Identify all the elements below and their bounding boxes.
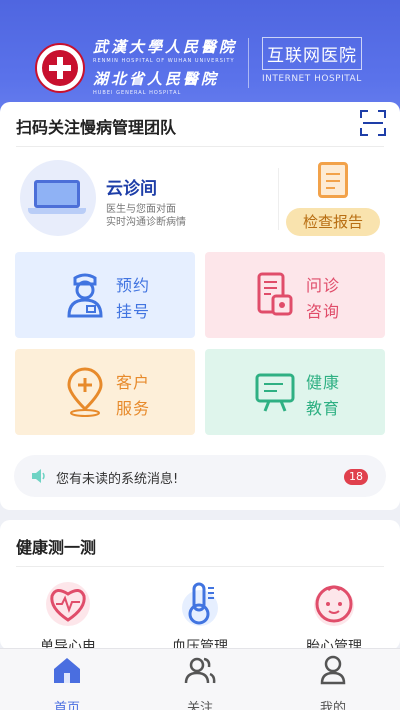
tab-mine[interactable]: 我的 (293, 655, 373, 710)
scan-qr-icon[interactable] (360, 110, 386, 136)
tab-home[interactable]: 首页 (27, 655, 107, 710)
tile-consult-label-2: 咨询 (306, 302, 341, 321)
hospital-name-en-2: HUBEI GENERAL HOSPITAL (93, 90, 182, 96)
health-item-fetal[interactable]: 胎心管理 (282, 580, 382, 650)
tile-appointment-label-1: 预约 (116, 276, 151, 295)
tile-health-education[interactable]: 健康 教育 (205, 349, 385, 435)
internet-hospital-badge: 互联网医院 (262, 37, 362, 70)
hospital-logo: 武漢大學人民醫院 RENMIN HOSPITAL OF WUHAN UNIVER… (35, 36, 237, 100)
hospital-name-cn-1: 武漢大學人民醫院 (93, 38, 238, 56)
tab-follow[interactable]: 关注 (160, 655, 240, 710)
tile-customer-service-label-1: 客户 (116, 373, 151, 392)
unread-count-badge: 18 (344, 469, 368, 485)
cloud-clinic-laptop-icon[interactable] (20, 160, 96, 236)
cloud-clinic-title[interactable]: 云诊间 (106, 174, 157, 199)
tile-consult-label-1: 问诊 (306, 276, 341, 295)
tab-home-label: 首页 (53, 701, 80, 710)
tab-mine-label: 我的 (319, 701, 346, 710)
users-icon (184, 657, 216, 684)
hospital-name-en-1: RENMIN HOSPITAL OF WUHAN UNIVERSITY (93, 58, 235, 64)
speaker-icon (32, 469, 45, 483)
tile-consult[interactable]: 问诊 咨询 (205, 252, 385, 338)
clipboard-icon[interactable] (318, 162, 348, 198)
internet-hospital-en: INTERNET HOSPITAL (262, 74, 362, 84)
cloud-clinic-subtitle-2: 实时沟通诊断病情 (106, 217, 186, 228)
divider (16, 566, 384, 567)
health-card: 健康测一测 单导心电 血压管理 胎心管理 (0, 520, 400, 650)
nurse-icon (67, 273, 103, 318)
header-divider (248, 38, 249, 88)
tile-health-education-label-1: 健康 (306, 373, 341, 392)
tile-customer-service[interactable]: 客户 服务 (15, 349, 195, 435)
team-title[interactable]: 扫码关注慢病管理团队 (16, 114, 176, 138)
cloud-divider (278, 168, 279, 230)
bottom-tab-bar: 首页 关注 我的 (0, 648, 400, 710)
tile-appointment-label-2: 挂号 (116, 302, 151, 321)
tile-customer-service-label-2: 服务 (116, 399, 151, 418)
tile-health-education-label-2: 教育 (306, 399, 341, 418)
health-item-ecg[interactable]: 单导心电 (16, 580, 116, 650)
home-icon (54, 658, 80, 683)
health-item-bp[interactable]: 血压管理 (148, 580, 248, 650)
location-plus-icon (67, 367, 103, 417)
health-title: 健康测一测 (16, 538, 97, 557)
tab-follow-label: 关注 (186, 701, 213, 710)
heart-icon (46, 582, 90, 626)
main-card: 扫码关注慢病管理团队 云诊间 医生与您面对面 实时沟通诊断病情 检查报告 预约 … (0, 102, 400, 510)
baby-icon (314, 585, 354, 626)
hospital-name-cn-2: 湖北省人民醫院 (93, 70, 220, 88)
person-icon (320, 655, 346, 685)
hospital-names: 武漢大學人民醫院 RENMIN HOSPITAL OF WUHAN UNIVER… (93, 36, 237, 100)
system-message-text: 您有未读的系统消息! (56, 472, 179, 487)
tile-appointment[interactable]: 预约 挂号 (15, 252, 195, 338)
monitor-icon (255, 373, 295, 412)
consult-icon (257, 272, 293, 316)
check-report-button[interactable]: 检查报告 (286, 208, 380, 236)
hospital-seal-icon (35, 43, 85, 93)
system-message-bar[interactable]: 您有未读的系统消息! 18 (14, 455, 386, 497)
divider (16, 146, 384, 147)
thermometer-icon (182, 582, 218, 626)
